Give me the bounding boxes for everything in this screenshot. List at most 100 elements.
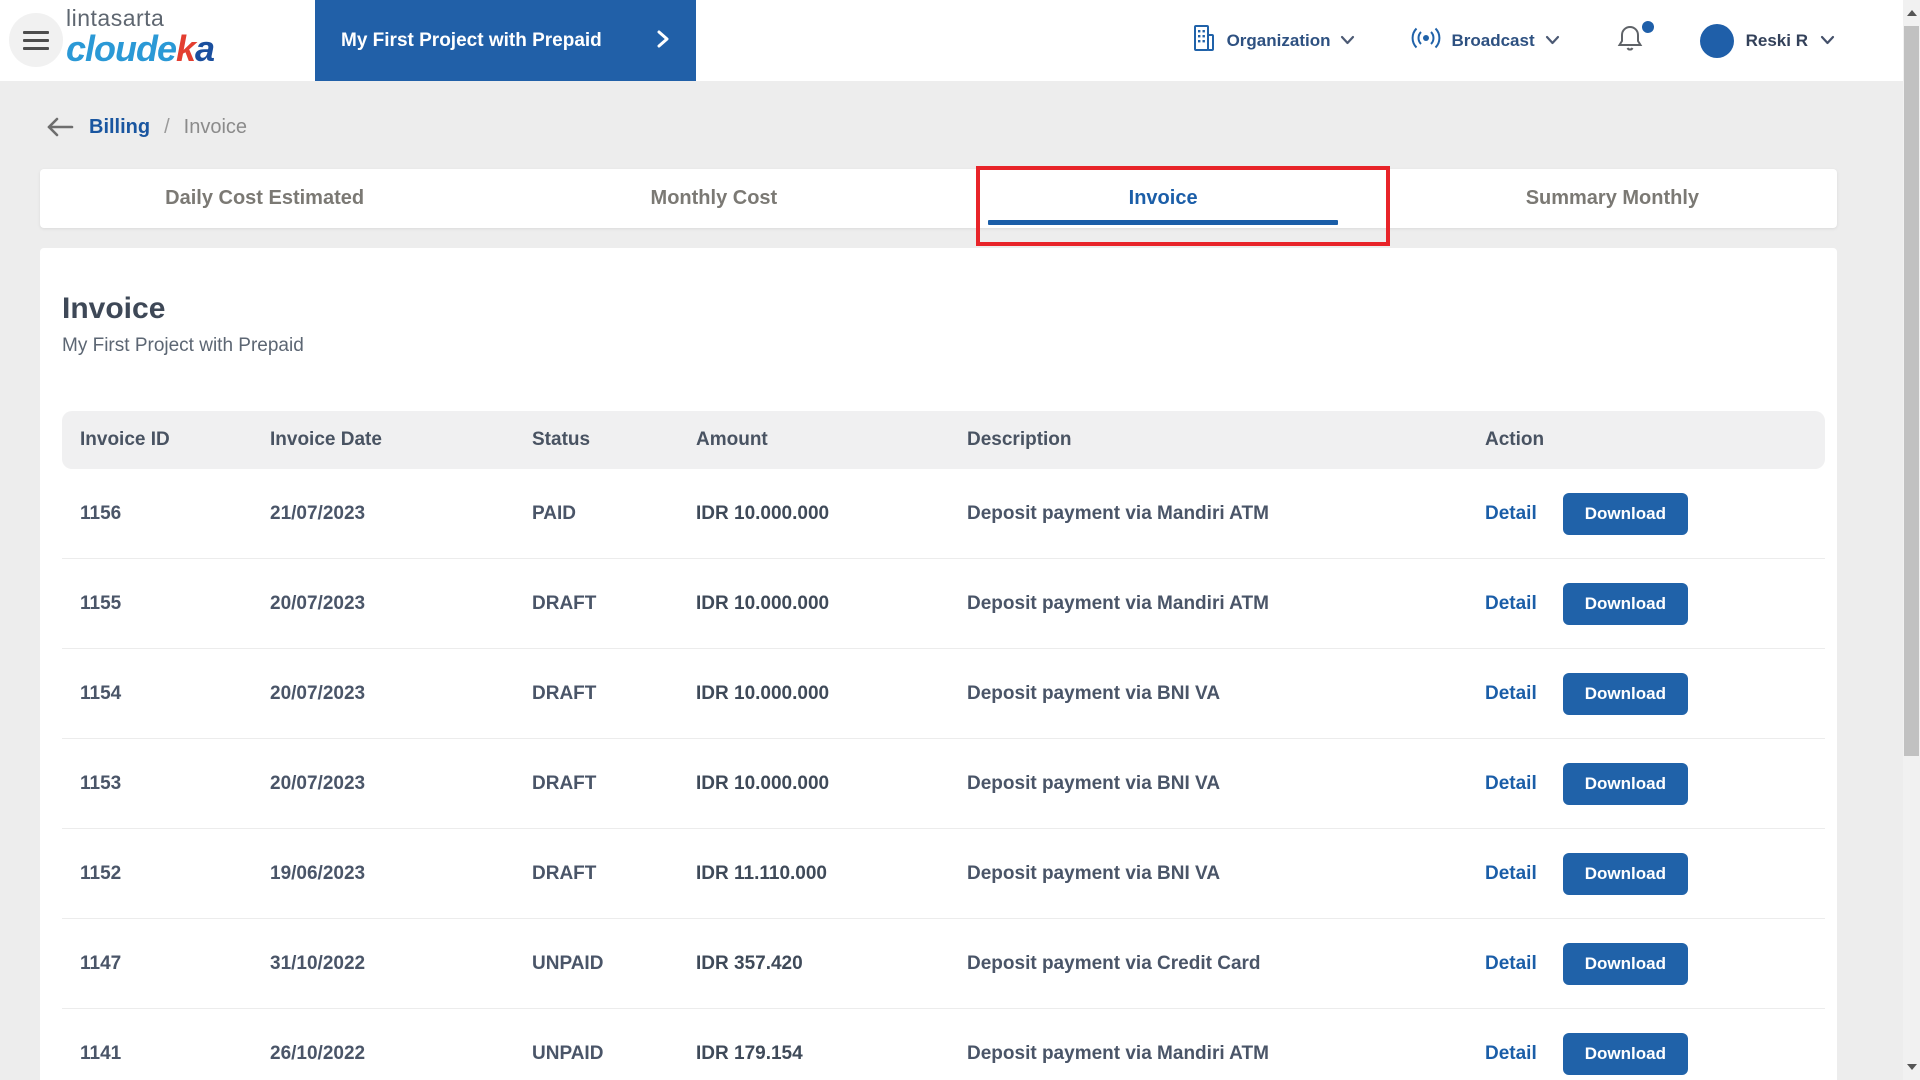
project-selector-label: My First Project with Prepaid <box>341 30 602 52</box>
brand-logo-part: a <box>195 28 214 69</box>
top-bar: lintasarta cloudeka My First Project wit… <box>0 0 1920 81</box>
bell-icon <box>1616 40 1644 57</box>
invoice-row-1141: 114126/10/2022UNPAIDIDR 179.154Deposit p… <box>62 1009 1825 1080</box>
top-bar-actions: Organization Broadcast <box>1191 0 1835 81</box>
column-header-status: Status <box>532 429 696 451</box>
cell-amount: IDR 10.000.000 <box>696 683 967 705</box>
cell-invoice-id: 1155 <box>80 593 270 615</box>
cell-action: Detail Download <box>1485 943 1825 985</box>
app-window: lintasarta cloudeka My First Project wit… <box>0 0 1920 1080</box>
tab-invoice[interactable]: Invoice <box>939 169 1388 228</box>
tab-monthly-cost[interactable]: Monthly Cost <box>489 169 938 228</box>
broadcast-icon <box>1411 26 1441 55</box>
detail-link[interactable]: Detail <box>1485 683 1537 705</box>
triangle-up-icon <box>1907 10 1917 16</box>
column-header-amount: Amount <box>696 429 967 451</box>
cell-action: Detail Download <box>1485 583 1825 625</box>
invoice-table: Invoice IDInvoice DateStatusAmountDescri… <box>62 411 1825 1080</box>
cell-status: DRAFT <box>532 863 696 885</box>
cell-action: Detail Download <box>1485 853 1825 895</box>
organization-label: Organization <box>1227 31 1331 51</box>
cell-action: Detail Download <box>1485 1033 1825 1075</box>
invoice-row-1156: 115621/07/2023PAIDIDR 10.000.000Deposit … <box>62 469 1825 559</box>
broadcast-label: Broadcast <box>1451 31 1534 51</box>
cell-description: Deposit payment via BNI VA <box>967 773 1485 795</box>
cell-invoice-date: 20/07/2023 <box>270 683 532 705</box>
chevron-right-icon <box>656 29 670 52</box>
detail-link[interactable]: Detail <box>1485 1043 1537 1065</box>
invoice-table-body: 115621/07/2023PAIDIDR 10.000.000Deposit … <box>62 469 1825 1080</box>
invoice-row-1152: 115219/06/2023DRAFTIDR 11.110.000Deposit… <box>62 829 1825 919</box>
detail-link[interactable]: Detail <box>1485 593 1537 615</box>
cell-description: Deposit payment via BNI VA <box>967 863 1485 885</box>
cell-invoice-id: 1147 <box>80 953 270 975</box>
broadcast-dropdown[interactable]: Broadcast <box>1411 26 1559 55</box>
cell-description: Deposit payment via Mandiri ATM <box>967 593 1485 615</box>
cell-invoice-date: 20/07/2023 <box>270 773 532 795</box>
hamburger-menu-button[interactable] <box>9 13 63 67</box>
cell-action: Detail Download <box>1485 763 1825 805</box>
breadcrumb: Billing / Invoice <box>45 111 1920 143</box>
notifications-button[interactable] <box>1616 23 1644 58</box>
brand-logo-top: lintasarta <box>66 6 214 30</box>
column-header-invoice-date: Invoice Date <box>270 429 532 451</box>
detail-link[interactable]: Detail <box>1485 503 1537 525</box>
cell-action: Detail Download <box>1485 673 1825 715</box>
back-button[interactable] <box>45 116 75 138</box>
brand-logo-bottom: cloudeka <box>66 30 214 68</box>
column-header-description: Description <box>967 429 1485 451</box>
cell-status: PAID <box>532 503 696 525</box>
tab-daily-cost-estimated[interactable]: Daily Cost Estimated <box>40 169 489 228</box>
breadcrumb-separator: / <box>164 116 170 139</box>
cell-description: Deposit payment via Credit Card <box>967 953 1485 975</box>
hamburger-icon <box>23 31 49 50</box>
notification-badge <box>1642 21 1654 33</box>
scrollbar-down-button[interactable] <box>1903 1054 1920 1080</box>
download-button[interactable]: Download <box>1563 493 1688 535</box>
page-subtitle: My First Project with Prepaid <box>62 335 1825 357</box>
column-header-action: Action <box>1485 429 1825 451</box>
cell-invoice-date: 20/07/2023 <box>270 593 532 615</box>
breadcrumb-current: Invoice <box>184 116 247 139</box>
download-button[interactable]: Download <box>1563 943 1688 985</box>
cell-amount: IDR 10.000.000 <box>696 773 967 795</box>
download-button[interactable]: Download <box>1563 583 1688 625</box>
cell-invoice-id: 1152 <box>80 863 270 885</box>
download-button[interactable]: Download <box>1563 763 1688 805</box>
cell-invoice-date: 31/10/2022 <box>270 953 532 975</box>
organization-dropdown[interactable]: Organization <box>1191 24 1356 57</box>
cell-invoice-id: 1141 <box>80 1043 270 1065</box>
detail-link[interactable]: Detail <box>1485 953 1537 975</box>
scrollbar-up-button[interactable] <box>1903 0 1920 26</box>
chevron-down-icon <box>1340 32 1355 50</box>
organization-building-icon <box>1191 24 1217 57</box>
download-button[interactable]: Download <box>1563 853 1688 895</box>
download-button[interactable]: Download <box>1563 673 1688 715</box>
scrollbar-thumb[interactable] <box>1904 26 1919 756</box>
cell-amount: IDR 11.110.000 <box>696 863 967 885</box>
cell-invoice-id: 1153 <box>80 773 270 795</box>
cell-invoice-date: 21/07/2023 <box>270 503 532 525</box>
tab-summary-monthly[interactable]: Summary Monthly <box>1388 169 1837 228</box>
cell-amount: IDR 10.000.000 <box>696 593 967 615</box>
user-menu[interactable]: Reski R <box>1700 24 1835 58</box>
cell-status: UNPAID <box>532 1043 696 1065</box>
cell-amount: IDR 10.000.000 <box>696 503 967 525</box>
user-avatar <box>1700 24 1734 58</box>
cell-invoice-id: 1156 <box>80 503 270 525</box>
user-name: Reski R <box>1746 31 1808 51</box>
cell-action: Detail Download <box>1485 493 1825 535</box>
cell-invoice-date: 19/06/2023 <box>270 863 532 885</box>
breadcrumb-billing-link[interactable]: Billing <box>89 116 150 139</box>
cell-status: DRAFT <box>532 773 696 795</box>
download-button[interactable]: Download <box>1563 1033 1688 1075</box>
vertical-scrollbar[interactable] <box>1903 0 1920 1080</box>
invoice-row-1155: 115520/07/2023DRAFTIDR 10.000.000Deposit… <box>62 559 1825 649</box>
brand-logo: lintasarta cloudeka <box>66 6 214 68</box>
invoice-table-header: Invoice IDInvoice DateStatusAmountDescri… <box>62 411 1825 469</box>
detail-link[interactable]: Detail <box>1485 863 1537 885</box>
detail-link[interactable]: Detail <box>1485 773 1537 795</box>
cell-status: UNPAID <box>532 953 696 975</box>
project-selector-button[interactable]: My First Project with Prepaid <box>315 0 696 81</box>
invoice-panel: Invoice My First Project with Prepaid In… <box>40 248 1837 1080</box>
